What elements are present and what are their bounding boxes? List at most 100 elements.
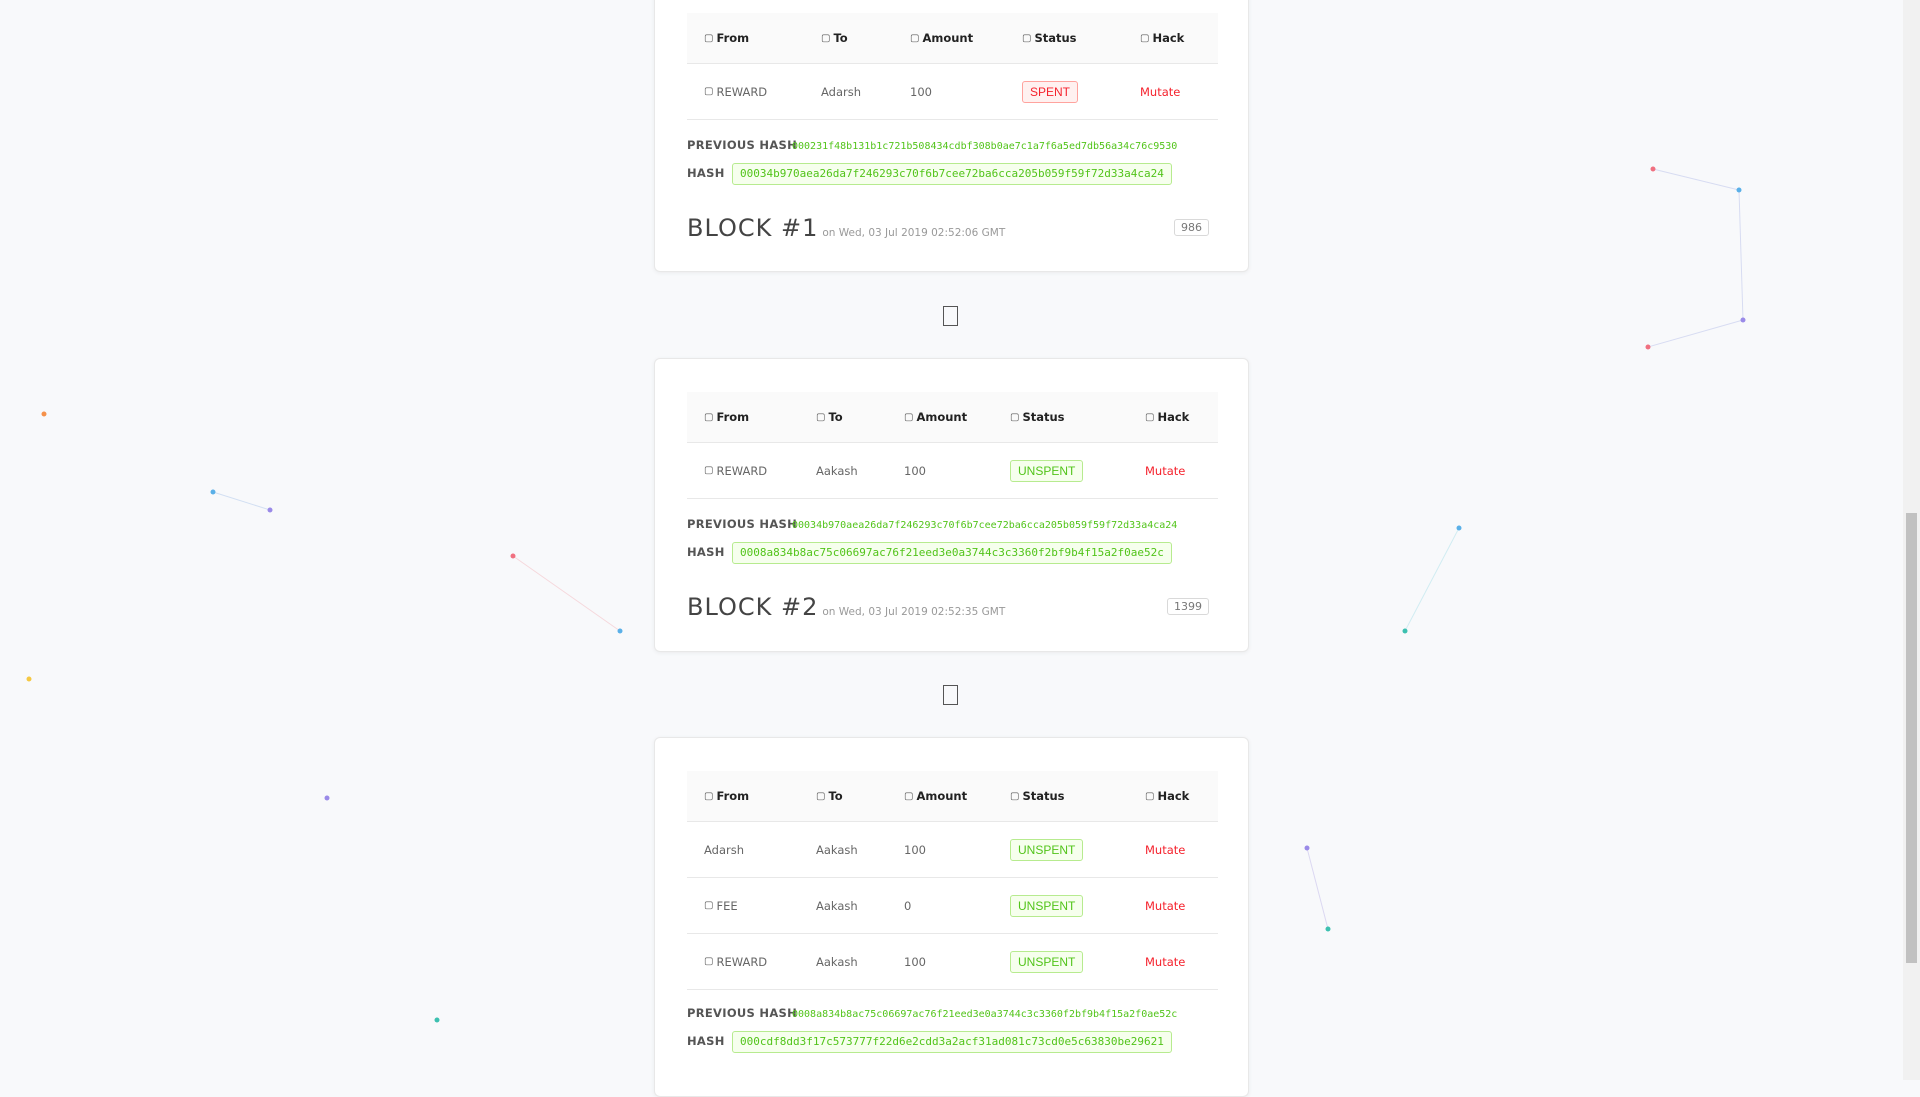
tx-from: ▢ FEE xyxy=(704,898,738,913)
column-amount[interactable]: ▢ Amount xyxy=(904,392,967,442)
generic-icon: ▢ xyxy=(704,900,714,911)
mutate-link[interactable]: Mutate xyxy=(1145,843,1185,857)
column-status[interactable]: ▢ Status xyxy=(1010,392,1065,442)
table-header: ▢ From ▢ To ▢ Amount ▢ Status ▢ Hack xyxy=(687,771,1218,822)
previous-hash-label: PREVIOUS HASH xyxy=(687,517,798,531)
tx-to: Aakash xyxy=(816,898,858,913)
column-hack[interactable]: ▢ Hack xyxy=(1145,392,1189,442)
generic-icon: ▢ xyxy=(1140,32,1150,44)
column-from[interactable]: ▢ From xyxy=(704,771,749,821)
tx-hack: Mutate xyxy=(1140,64,1180,119)
column-to[interactable]: ▢ To xyxy=(816,392,843,442)
table-row: ▢ REWARD Aakash 100 UNSPENT Mutate xyxy=(687,934,1218,990)
hash-label: HASH xyxy=(687,166,725,180)
particle-dot xyxy=(210,489,216,495)
table-row: ▢ FEE Aakash 0 UNSPENT Mutate xyxy=(687,878,1218,934)
particle-dot xyxy=(1325,926,1331,932)
generic-icon: ▢ xyxy=(704,465,714,476)
previous-hash-value: 00034b970aea26da7f246293c70f6b7cee72ba6c… xyxy=(792,520,1178,531)
hash-row: HASH 000cdf8dd3f17c573777f22d6e2cdd3a2ac… xyxy=(687,1031,1218,1055)
generic-icon: ▢ xyxy=(904,411,914,423)
hash-value: 0008a834b8ac75c06697ac76f21eed3e0a3744c3… xyxy=(732,542,1172,564)
previous-hash-row: PREVIOUS HASH 00034b970aea26da7f246293c7… xyxy=(687,514,1218,538)
tx-status: UNSPENT xyxy=(1010,443,1084,498)
generic-icon: ▢ xyxy=(1010,411,1020,423)
previous-hash-row: PREVIOUS HASH 000231f48b131b1c721b508434… xyxy=(687,135,1218,159)
generic-icon: ▢ xyxy=(1145,790,1155,802)
transactions-table: ▢ From ▢ To ▢ Amount ▢ Status ▢ Hack ▢ REWARD … xyxy=(687,13,1218,120)
particle-dot xyxy=(26,676,32,682)
tx-status: UNSPENT xyxy=(1010,934,1084,989)
table-header: ▢ From ▢ To ▢ Amount ▢ Status ▢ Hack xyxy=(687,13,1218,64)
generic-icon: ▢ xyxy=(704,411,714,423)
tx-hack: Mutate xyxy=(1145,443,1185,498)
table-header: ▢ From ▢ To ▢ Amount ▢ Status ▢ Hack xyxy=(687,392,1218,443)
tx-from: ▢ REWARD xyxy=(704,954,768,969)
hash-label: HASH xyxy=(687,545,725,559)
tx-from: ▢ REWARD xyxy=(704,463,768,478)
particle-dot xyxy=(1740,317,1746,323)
column-status[interactable]: ▢ Status xyxy=(1022,13,1077,63)
tx-amount: 100 xyxy=(910,84,932,99)
mutate-link[interactable]: Mutate xyxy=(1145,464,1185,478)
status-badge: SPENT xyxy=(1022,80,1079,103)
table-row: Adarsh Aakash 100 UNSPENT Mutate xyxy=(687,822,1218,878)
column-amount[interactable]: ▢ Amount xyxy=(910,13,973,63)
transactions-table: ▢ From ▢ To ▢ Amount ▢ Status ▢ Hack ▢ REWARD … xyxy=(687,392,1218,499)
hash-value: 00034b970aea26da7f246293c70f6b7cee72ba6c… xyxy=(732,163,1172,185)
mutate-link[interactable]: Mutate xyxy=(1145,955,1185,969)
generic-icon: ▢ xyxy=(1145,411,1155,423)
column-hack[interactable]: ▢ Hack xyxy=(1145,771,1189,821)
vertical-scrollbar[interactable] xyxy=(1903,0,1920,1080)
particle-dot xyxy=(1456,525,1462,531)
down-arrow-icon xyxy=(943,685,958,705)
column-status[interactable]: ▢ Status xyxy=(1010,771,1065,821)
particle-dot xyxy=(41,411,47,417)
column-amount[interactable]: ▢ Amount xyxy=(904,771,967,821)
column-from[interactable]: ▢ From xyxy=(704,13,749,63)
column-to[interactable]: ▢ To xyxy=(816,771,843,821)
generic-icon: ▢ xyxy=(1022,32,1032,44)
particle-dot xyxy=(1650,166,1656,172)
table-row: ▢ REWARD Adarsh 100 SPENT Mutate xyxy=(687,64,1218,120)
status-badge: UNSPENT xyxy=(1010,950,1084,973)
nonce-badge: 986 xyxy=(1174,219,1209,236)
transactions-table: ▢ From ▢ To ▢ Amount ▢ Status ▢ Hack Adarsh A… xyxy=(687,771,1218,990)
particle-dot xyxy=(1736,187,1742,193)
tx-to: Aakash xyxy=(816,842,858,857)
tx-amount: 100 xyxy=(904,954,926,969)
tx-hack: Mutate xyxy=(1145,878,1185,933)
mutate-link[interactable]: Mutate xyxy=(1145,899,1185,913)
hash-label: HASH xyxy=(687,1034,725,1048)
block-title: BLOCK #2 on Wed, 03 Jul 2019 02:52:35 GMT xyxy=(687,593,1006,621)
down-arrow-icon xyxy=(943,306,958,326)
tx-status: SPENT xyxy=(1022,64,1079,119)
previous-hash-value: 0008a834b8ac75c06697ac76f21eed3e0a3744c3… xyxy=(792,1009,1178,1020)
mutate-link[interactable]: Mutate xyxy=(1140,85,1180,99)
generic-icon: ▢ xyxy=(816,411,826,423)
generic-icon: ▢ xyxy=(821,32,831,44)
tx-to: Adarsh xyxy=(821,84,862,99)
tx-from: Adarsh xyxy=(704,842,745,857)
scrollbar-thumb[interactable] xyxy=(1906,513,1917,963)
column-to[interactable]: ▢ To xyxy=(821,13,848,63)
column-from[interactable]: ▢ From xyxy=(704,392,749,442)
particle-dot xyxy=(510,553,516,559)
table-row: ▢ REWARD Aakash 100 UNSPENT Mutate xyxy=(687,443,1218,499)
generic-icon: ▢ xyxy=(704,790,714,802)
block-card-3: ▢ From ▢ To ▢ Amount ▢ Status ▢ Hack Adarsh A… xyxy=(654,737,1249,1097)
tx-status: UNSPENT xyxy=(1010,878,1084,933)
tx-amount: 100 xyxy=(904,463,926,478)
particle-dot xyxy=(324,795,330,801)
generic-icon: ▢ xyxy=(816,790,826,802)
particle-dot xyxy=(1402,628,1408,634)
tx-hack: Mutate xyxy=(1145,934,1185,989)
tx-to: Aakash xyxy=(816,954,858,969)
column-hack[interactable]: ▢ Hack xyxy=(1140,13,1184,63)
block-date: on Wed, 03 Jul 2019 02:52:35 GMT xyxy=(822,606,1006,618)
tx-amount: 100 xyxy=(904,842,926,857)
previous-hash-label: PREVIOUS HASH xyxy=(687,1006,798,1020)
tx-status: UNSPENT xyxy=(1010,822,1084,877)
block-date: on Wed, 03 Jul 2019 02:52:06 GMT xyxy=(822,227,1006,239)
generic-icon: ▢ xyxy=(704,956,714,967)
